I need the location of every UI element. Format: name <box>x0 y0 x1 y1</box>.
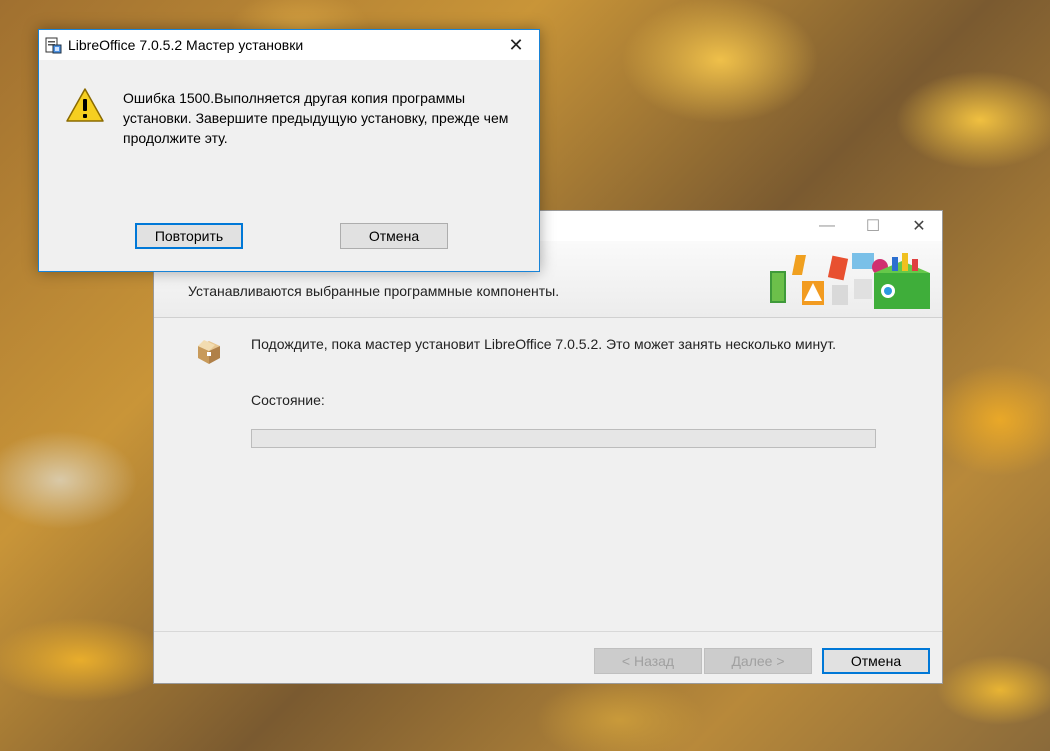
install-progress-bar <box>251 429 876 448</box>
close-icon[interactable]: ✕ <box>493 30 539 60</box>
back-button[interactable]: < Назад <box>594 648 702 674</box>
installer-content: Подождите, пока мастер установит LibreOf… <box>154 318 942 631</box>
dialog-cancel-button[interactable]: Отмена <box>340 223 448 249</box>
installer-close-button[interactable]: ✕ <box>896 211 942 241</box>
error-dialog: LibreOffice 7.0.5.2 Мастер установки ✕ О… <box>38 29 540 272</box>
header-text: Устанавливаются выбранные программные ко… <box>188 283 560 299</box>
warning-icon <box>66 88 104 122</box>
app-installer-icon <box>45 37 62 54</box>
installer-window: — ☐ ✕ Устанавливаются выбранные программ… <box>153 210 943 684</box>
next-button[interactable]: Далее > <box>704 648 812 674</box>
minimize-button[interactable]: — <box>804 211 850 241</box>
office-banner-icon <box>770 253 930 309</box>
dialog-title: LibreOffice 7.0.5.2 Мастер установки <box>68 37 304 53</box>
error-message: Ошибка 1500.Выполняется другая копия про… <box>123 90 509 146</box>
status-label: Состояние: <box>251 392 325 408</box>
installer-cancel-button[interactable]: Отмена <box>822 648 930 674</box>
maximize-button[interactable]: ☐ <box>850 211 896 241</box>
footer-divider <box>154 631 942 632</box>
retry-button[interactable]: Повторить <box>135 223 243 249</box>
dialog-titlebar: LibreOffice 7.0.5.2 Мастер установки ✕ <box>39 30 539 60</box>
wait-message: Подождите, пока мастер установит LibreOf… <box>251 336 836 352</box>
package-box-icon <box>198 340 220 364</box>
